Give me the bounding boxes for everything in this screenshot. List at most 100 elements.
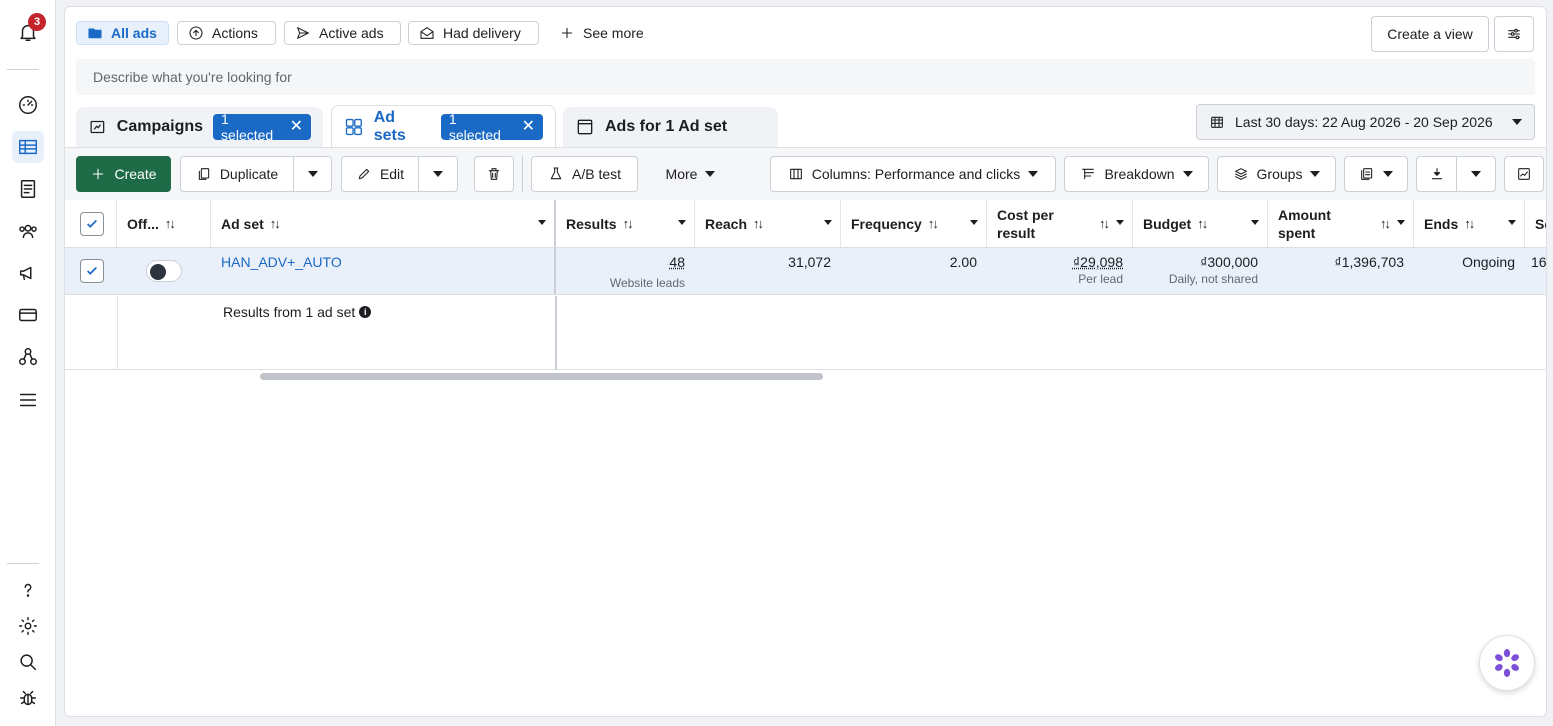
ab-test-button[interactable]: A/B test xyxy=(531,156,638,192)
clear-ad-sets-selection-icon[interactable]: ✕ xyxy=(522,118,535,135)
column-header-truncated[interactable]: Sc xyxy=(1525,200,1546,248)
column-menu-icon[interactable] xyxy=(970,220,978,225)
groups-dropdown[interactable]: Groups xyxy=(1217,156,1336,192)
filter-actions[interactable]: Actions xyxy=(177,21,276,45)
column-menu-icon[interactable] xyxy=(824,220,832,225)
budget-subtext: Daily, not shared xyxy=(1168,272,1258,286)
reports-dropdown[interactable] xyxy=(1344,156,1408,192)
pages-icon[interactable] xyxy=(12,173,44,205)
ad-sets-selected-pill[interactable]: 1 selected ✕ xyxy=(440,111,543,143)
tab-campaigns[interactable]: Campaigns 1 selected ✕ xyxy=(76,107,323,147)
sort-arrows-icon[interactable]: ↑↓ xyxy=(623,216,634,231)
campaign-megaphone-icon[interactable] xyxy=(12,257,44,289)
column-header-off[interactable]: Off... ↑↓ xyxy=(117,200,211,248)
results-value[interactable]: 48 xyxy=(669,254,685,270)
sort-arrows-icon[interactable]: ↑↓ xyxy=(1197,216,1208,231)
chevron-down-icon xyxy=(307,171,318,177)
see-more-filters-button[interactable]: See more xyxy=(549,21,659,45)
row-cost-per-result-cell: ₫29,098 Per lead xyxy=(987,248,1133,295)
ad-set-on-off-toggle[interactable] xyxy=(146,260,182,282)
dashboard-gauge-icon[interactable] xyxy=(12,89,44,121)
help-question-icon[interactable] xyxy=(12,574,44,606)
charts-button[interactable] xyxy=(1504,156,1544,192)
breakdown-dropdown[interactable]: Breakdown xyxy=(1064,156,1209,192)
export-dropdown-button[interactable] xyxy=(1456,156,1496,192)
sort-arrows-icon[interactable]: ↑↓ xyxy=(928,216,939,231)
sort-arrows-icon[interactable]: ↑↓ xyxy=(270,216,281,231)
column-header-budget[interactable]: Budget ↑↓ xyxy=(1133,200,1268,248)
row-checkbox[interactable] xyxy=(80,259,104,283)
frozen-column-divider xyxy=(555,296,557,370)
all-tools-menu-icon[interactable] xyxy=(12,384,44,416)
create-button[interactable]: Create xyxy=(76,156,171,192)
sort-arrows-icon[interactable]: ↑↓ xyxy=(753,216,764,231)
search-placeholder: Describe what you're looking for xyxy=(93,69,292,85)
column-header-ad-set[interactable]: Ad set ↑↓ xyxy=(211,200,556,248)
row-budget-cell: ₫300,000 Daily, not shared xyxy=(1133,248,1268,295)
select-all-checkbox[interactable] xyxy=(80,212,104,236)
budget-value[interactable]: ₫300,000 xyxy=(1200,254,1258,270)
sort-arrows-icon[interactable]: ↑↓ xyxy=(1099,216,1110,231)
business-network-icon[interactable] xyxy=(12,341,44,373)
audiences-icon[interactable] xyxy=(12,215,44,247)
column-header-frequency[interactable]: Frequency ↑↓ xyxy=(841,200,987,248)
column-header-amount-spent[interactable]: Amount spent ↑↓ xyxy=(1268,200,1414,248)
sort-arrows-icon[interactable]: ↑↓ xyxy=(165,216,176,231)
search-icon[interactable] xyxy=(12,646,44,678)
column-menu-icon[interactable] xyxy=(1508,220,1516,225)
clear-campaigns-selection-icon[interactable]: ✕ xyxy=(290,119,303,135)
filter-active-ads[interactable]: Active ads xyxy=(284,21,401,45)
ai-search-input[interactable]: Describe what you're looking for xyxy=(76,59,1535,95)
column-menu-icon[interactable] xyxy=(538,220,546,225)
checkmark-icon xyxy=(87,266,97,275)
campaigns-selected-pill[interactable]: 1 selected ✕ xyxy=(213,111,311,143)
create-view-label: Create a view xyxy=(1387,26,1473,42)
filter-had-delivery[interactable]: Had delivery xyxy=(408,21,539,45)
ad-sets-grid-icon xyxy=(345,118,362,135)
rail-divider xyxy=(7,69,39,70)
column-menu-icon[interactable] xyxy=(1116,220,1124,225)
delete-button[interactable] xyxy=(474,156,514,192)
calendar-icon xyxy=(1211,116,1223,128)
chevron-down-icon xyxy=(705,171,716,177)
column-header-cost-per-result[interactable]: Cost per result ↑↓ xyxy=(987,200,1133,248)
column-header-results[interactable]: Results ↑↓ xyxy=(556,200,695,248)
ads-manager-table-icon[interactable] xyxy=(12,131,44,163)
info-icon[interactable]: i xyxy=(359,306,372,318)
export-button[interactable] xyxy=(1416,156,1457,192)
summary-label: Results from 1 ad set i xyxy=(223,304,372,320)
columns-dropdown[interactable]: Columns: Performance and clicks xyxy=(770,156,1056,192)
edit-dropdown-button[interactable] xyxy=(418,156,458,192)
tab-ad-sets[interactable]: Ad sets 1 selected ✕ xyxy=(331,105,556,147)
columns-icon xyxy=(789,168,802,180)
settings-gear-icon[interactable] xyxy=(12,610,44,642)
create-view-button[interactable]: Create a view xyxy=(1371,16,1489,52)
column-menu-icon[interactable] xyxy=(1397,220,1405,225)
edit-button[interactable]: Edit xyxy=(341,156,419,192)
more-button[interactable]: More xyxy=(648,156,733,192)
view-settings-button[interactable] xyxy=(1494,16,1534,52)
column-menu-icon[interactable] xyxy=(678,220,686,225)
tab-ads[interactable]: Ads for 1 Ad set xyxy=(563,107,778,147)
column-header-reach[interactable]: Reach ↑↓ xyxy=(695,200,841,248)
report-bug-icon[interactable] xyxy=(12,682,44,714)
sort-arrows-icon[interactable]: ↑↓ xyxy=(1464,216,1475,231)
date-range-picker[interactable]: Last 30 days: 22 Aug 2026 - 20 Sep 2026 xyxy=(1196,104,1535,140)
ad-set-name-link[interactable]: HAN_ADV+_AUTO xyxy=(221,254,342,270)
header-frequency-label: Frequency xyxy=(851,215,922,232)
left-nav-rail: 3 xyxy=(0,0,56,726)
billing-card-icon[interactable] xyxy=(12,299,44,331)
summary-divider xyxy=(117,296,118,370)
column-menu-icon[interactable] xyxy=(1251,220,1259,225)
ai-assistant-button[interactable] xyxy=(1479,635,1535,691)
duplicate-button[interactable]: Duplicate xyxy=(180,156,294,192)
download-icon xyxy=(1431,168,1442,180)
duplicate-dropdown-button[interactable] xyxy=(293,156,332,192)
checkmark-icon xyxy=(87,219,97,228)
column-header-ends[interactable]: Ends ↑↓ xyxy=(1414,200,1525,248)
sort-arrows-icon[interactable]: ↑↓ xyxy=(1380,216,1391,231)
horizontal-scrollbar[interactable] xyxy=(260,373,823,380)
ads-manager-panel: All ads Actions Active ads Had delivery … xyxy=(64,6,1547,717)
cost-per-result-value[interactable]: ₫29,098 xyxy=(1073,254,1123,270)
filter-all-ads[interactable]: All ads xyxy=(76,21,169,45)
